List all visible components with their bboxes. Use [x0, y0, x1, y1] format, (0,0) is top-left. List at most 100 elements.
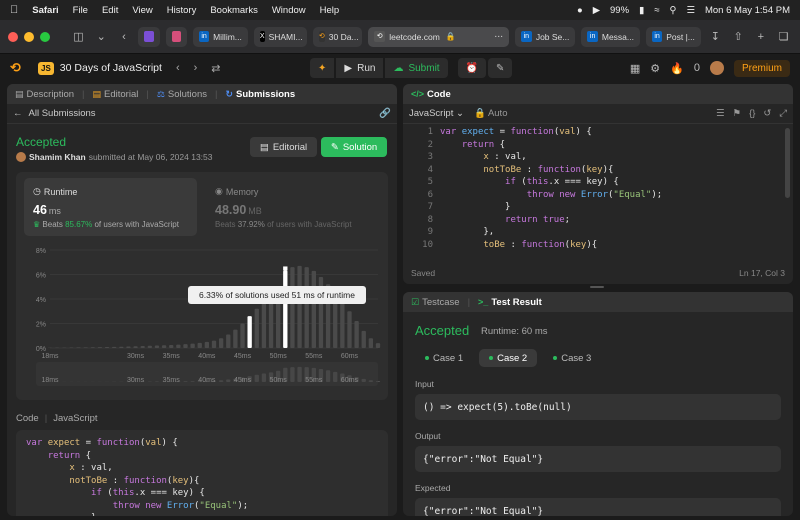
address-bar[interactable]: ⟲ leetcode.com 🔒 ⋯: [368, 26, 509, 47]
menu-edit[interactable]: Edit: [102, 5, 118, 16]
tab-label: Messa...: [601, 31, 634, 42]
code-editor[interactable]: 1 2 3 4 5 6 7 8 9 10 var expect = functi…: [403, 126, 793, 256]
notes-button[interactable]: ✎: [488, 58, 513, 78]
tab-solutions[interactable]: ⚖ Solutions: [157, 89, 207, 100]
browser-tab-4[interactable]: in Job Se...: [514, 26, 576, 47]
x-tick-label: 35ms: [163, 353, 181, 360]
menu-app-name[interactable]: Safari: [32, 5, 58, 16]
download-icon[interactable]: ↧: [707, 30, 724, 43]
editorial-label: Editorial: [272, 141, 308, 153]
tab-overview-icon[interactable]: ❏: [775, 30, 792, 43]
menu-history[interactable]: History: [167, 5, 197, 16]
layout-icon[interactable]: ▦: [630, 62, 640, 75]
language-select[interactable]: JavaScript ⌄: [409, 108, 464, 119]
battery-icon[interactable]: ▮: [639, 5, 644, 16]
browser-tab-1[interactable]: in Millim...: [193, 26, 248, 47]
histogram-bar: [226, 334, 231, 348]
tab-divider: |: [467, 296, 471, 308]
settings-gear-icon[interactable]: ⚙: [650, 62, 660, 75]
share-icon[interactable]: ⇧: [730, 30, 747, 43]
input-value[interactable]: () => expect(5).toBe(null): [415, 394, 781, 420]
case-2-tab[interactable]: Case 2: [479, 349, 538, 367]
memory-card[interactable]: ◉ Memory 48.90 MB Beats 37.92% of users wi…: [206, 178, 379, 236]
performance-stats: ◷ Runtime 46 ms ♛ Beats 85.67% of users wi…: [16, 172, 388, 400]
braces-icon[interactable]: {}: [749, 108, 755, 119]
histogram-bar: [190, 343, 195, 348]
tab-testcase[interactable]: ☑ Testcase: [411, 297, 460, 308]
menubar-clock[interactable]: Mon 6 May 1:54 PM: [705, 5, 790, 16]
expected-value[interactable]: {"error":"Not Equal"}: [415, 498, 781, 516]
code-language: JavaScript: [53, 413, 98, 424]
zoom-window-button[interactable]: [40, 31, 50, 42]
editor-scrollbar[interactable]: [785, 128, 790, 198]
output-value[interactable]: {"error":"Not Equal"}: [415, 446, 781, 472]
play-icon: ▶: [344, 62, 353, 74]
premium-button[interactable]: Premium: [733, 59, 790, 77]
fullscreen-icon[interactable]: ⤢: [779, 108, 787, 119]
runtime-distribution-chart[interactable]: 0% 2% 4% 6% 8% 18ms 30ms 35ms 40ms 45ms 50ms 55ms 60…: [16, 244, 388, 400]
prev-problem-icon[interactable]: ‹: [176, 62, 180, 74]
solution-button[interactable]: ✎ Solution: [321, 137, 387, 157]
chevron-down-icon[interactable]: ⌄: [93, 30, 110, 43]
avatar[interactable]: [709, 61, 724, 75]
notification-icon[interactable]: ●: [577, 5, 583, 16]
pinned-app-icon: [171, 31, 181, 42]
runtime-card[interactable]: ◷ Runtime 46 ms ♛ Beats 85.67% of users wi…: [24, 178, 197, 236]
more-icon[interactable]: ⋯: [494, 31, 503, 42]
back-icon[interactable]: ‹: [116, 31, 133, 43]
auto-mode-toggle[interactable]: 🔒 Auto: [474, 108, 508, 119]
macos-menubar:  Safari File Edit View History Bookmark…: [0, 0, 800, 20]
minimize-window-button[interactable]: [24, 31, 34, 42]
tab-submissions[interactable]: ↻ Submissions: [225, 89, 295, 100]
test-result-panel: ☑ Testcase | >_ Test Result Accepted Runti…: [403, 292, 793, 516]
book-icon: ▤: [92, 88, 102, 99]
run-button[interactable]: ▶ Run: [336, 58, 384, 78]
search-icon[interactable]: ⚲: [669, 5, 676, 16]
study-plan-title[interactable]: 30 Days of JavaScript: [60, 62, 162, 74]
save-status: Saved: [411, 268, 436, 278]
leetcode-logo-icon[interactable]: ⟲: [10, 60, 30, 76]
tab-test-result[interactable]: >_ Test Result: [478, 297, 542, 308]
browser-tab-5[interactable]: in Messa...: [581, 26, 640, 47]
battery-percent: 99%: [610, 4, 630, 16]
menu-file[interactable]: File: [73, 5, 88, 16]
panel-resize-handle[interactable]: [590, 286, 604, 288]
menu-view[interactable]: View: [132, 5, 152, 16]
close-window-button[interactable]: [8, 31, 18, 42]
pinned-tab-1[interactable]: [138, 26, 160, 47]
case-3-tab[interactable]: Case 3: [543, 349, 601, 367]
shuffle-icon[interactable]: ⇄: [211, 62, 220, 75]
new-tab-icon[interactable]: +: [752, 31, 769, 43]
menu-window[interactable]: Window: [272, 5, 306, 16]
apple-icon[interactable]: : [10, 4, 18, 16]
format-icon[interactable]: ☰: [716, 108, 725, 119]
play-icon[interactable]: ▶: [593, 5, 600, 16]
histogram-bar: [97, 347, 103, 348]
tab-code[interactable]: </> Code: [411, 89, 451, 100]
submitted-code[interactable]: var expect = function(val) { return { x …: [16, 430, 388, 516]
wifi-icon[interactable]: ≈: [654, 5, 659, 16]
menu-bookmarks[interactable]: Bookmarks: [210, 5, 258, 16]
control-center-icon[interactable]: ☰: [686, 5, 695, 16]
tab-editorial[interactable]: ▤ Editorial: [93, 89, 139, 100]
timer-button[interactable]: ⏰: [457, 58, 487, 78]
submit-button[interactable]: ☁ Submit: [385, 58, 448, 78]
menu-help[interactable]: Help: [320, 5, 340, 16]
fire-icon[interactable]: 🔥: [670, 62, 684, 75]
next-problem-icon[interactable]: ›: [194, 62, 198, 74]
case-1-tab[interactable]: Case 1: [415, 349, 473, 367]
browser-tab-2[interactable]: X SHAMI...: [253, 26, 307, 47]
submitter-name[interactable]: Shamim Khan: [29, 152, 86, 162]
bookmark-icon[interactable]: ⚑: [733, 108, 742, 119]
debug-button[interactable]: ✦: [310, 58, 335, 78]
browser-tab-6[interactable]: in Post |...: [646, 26, 701, 47]
alarm-icon: ⏰: [465, 62, 479, 74]
all-submissions-link[interactable]: ← All Submissions 🔗: [7, 104, 397, 124]
browser-tab-3[interactable]: ⟲ 30 Da...: [312, 26, 363, 47]
link-icon[interactable]: 🔗: [379, 108, 391, 119]
sidebar-icon[interactable]: ◫: [70, 30, 87, 43]
reset-icon[interactable]: ↺: [763, 108, 771, 119]
pinned-tab-2[interactable]: [165, 26, 187, 47]
tab-description[interactable]: ▤ Description: [15, 89, 74, 100]
editorial-button[interactable]: ▤ Editorial: [250, 137, 317, 157]
